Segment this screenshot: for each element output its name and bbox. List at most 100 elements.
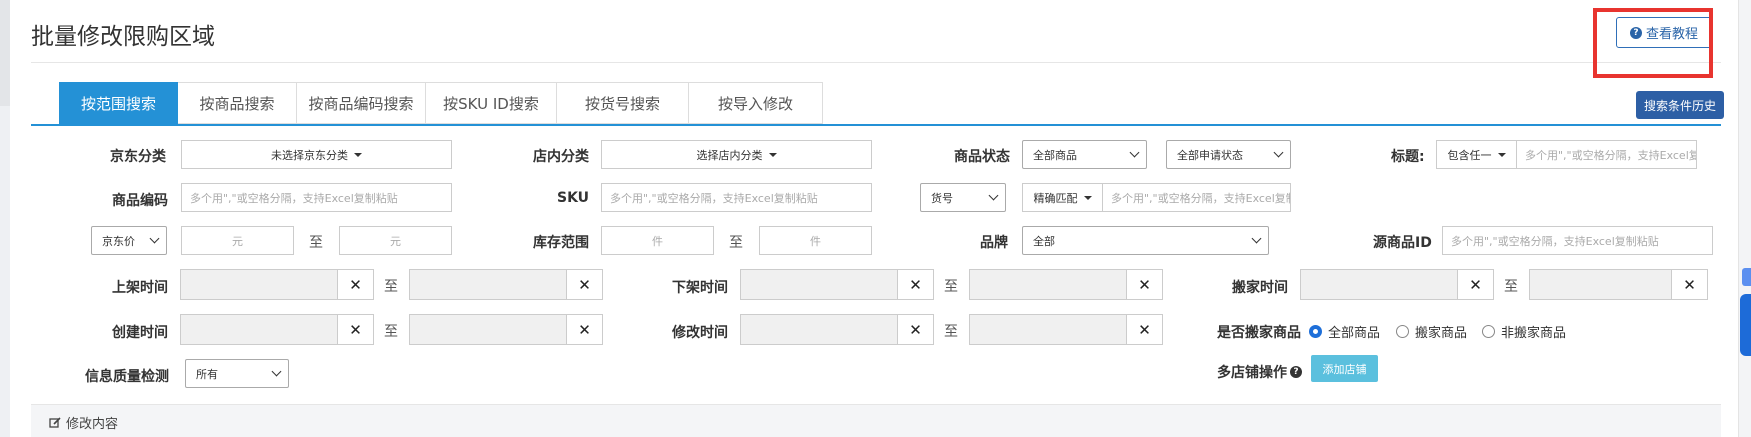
sku-label: SKU xyxy=(557,190,590,206)
side-widget-tab[interactable] xyxy=(1742,268,1751,286)
listed-start-date[interactable] xyxy=(180,269,338,300)
clear-icon[interactable]: ✕ xyxy=(566,269,603,300)
tab-sku-search[interactable]: 按SKU ID搜索 xyxy=(426,82,557,124)
price-type-select[interactable]: 京东价 xyxy=(91,226,167,255)
page-title: 批量修改限购区域 xyxy=(31,24,215,50)
product-status-select[interactable]: 全部商品 xyxy=(1022,140,1147,169)
modify-content-section xyxy=(31,404,1721,437)
side-widget-button[interactable] xyxy=(1740,294,1751,356)
modified-start-date[interactable] xyxy=(740,314,898,345)
shop-category-value: 选择店内分类 xyxy=(696,148,763,162)
add-shop-button[interactable]: 添加店铺 xyxy=(1311,355,1378,382)
source-id-input[interactable]: 多个用","或空格分隔，支持Excel复制粘贴 xyxy=(1442,226,1713,255)
title-label: 标题: xyxy=(1391,149,1425,165)
title-match-value: 包含任一 xyxy=(1447,148,1492,162)
search-history-button[interactable]: 搜索条件历史 xyxy=(1636,91,1724,119)
stock-min-input[interactable]: 件 xyxy=(601,226,714,255)
clear-icon[interactable]: ✕ xyxy=(1457,269,1494,300)
highlight-box xyxy=(1593,8,1713,78)
quality-check-label: 信息质量检测 xyxy=(85,369,169,385)
price-max-input[interactable]: 元 xyxy=(339,226,452,255)
delisted-end-date[interactable] xyxy=(969,269,1127,300)
created-start-date[interactable] xyxy=(180,314,338,345)
chevron-down-icon xyxy=(1129,147,1140,158)
tab-product-search[interactable]: 按商品搜索 xyxy=(178,82,297,124)
stock-max-input[interactable]: 件 xyxy=(759,226,872,255)
clear-icon[interactable]: ✕ xyxy=(1126,269,1163,300)
price-min-input[interactable]: 元 xyxy=(181,226,294,255)
apply-status-value: 全部申请状态 xyxy=(1177,148,1243,162)
tab-import-modify[interactable]: 按导入修改 xyxy=(689,82,823,124)
edit-icon xyxy=(49,417,61,428)
right-scrollbar-strip[interactable] xyxy=(1738,0,1751,437)
listed-end-date[interactable] xyxy=(409,269,567,300)
item-no-match-dropdown[interactable]: 精确匹配 xyxy=(1022,183,1103,212)
left-edge-strip xyxy=(0,0,10,437)
radio-label: 非搬家商品 xyxy=(1501,326,1567,341)
clear-icon[interactable]: ✕ xyxy=(566,314,603,345)
sku-input[interactable]: 多个用","或空格分隔，支持Excel复制粘贴 xyxy=(601,183,872,212)
chevron-down-icon xyxy=(271,366,282,377)
caret-down-icon xyxy=(1497,152,1506,157)
shop-category-label: 店内分类 xyxy=(533,149,589,165)
listed-time-label: 上架时间 xyxy=(112,280,168,296)
move-end-date[interactable] xyxy=(1529,269,1672,300)
item-no-input[interactable]: 多个用","或空格分隔，支持Excel复制粘贴 xyxy=(1102,183,1291,212)
chevron-down-icon xyxy=(988,190,999,201)
question-icon: ? xyxy=(1290,366,1302,378)
delisted-time-label: 下架时间 xyxy=(672,280,728,296)
clear-icon[interactable]: ✕ xyxy=(897,314,934,345)
range-separator: 至 xyxy=(729,235,743,251)
item-no-select[interactable]: 货号 xyxy=(920,183,1006,212)
clear-icon[interactable]: ✕ xyxy=(337,269,374,300)
source-id-label: 源商品ID xyxy=(1373,235,1432,251)
range-separator: 至 xyxy=(384,279,398,295)
range-separator: 至 xyxy=(944,324,958,340)
created-end-date[interactable] xyxy=(409,314,567,345)
clear-icon[interactable]: ✕ xyxy=(337,314,374,345)
brand-select[interactable]: 全部 xyxy=(1022,226,1269,255)
move-start-date[interactable] xyxy=(1300,269,1458,300)
clear-icon[interactable]: ✕ xyxy=(897,269,934,300)
delisted-start-date[interactable] xyxy=(740,269,898,300)
apply-status-select[interactable]: 全部申请状态 xyxy=(1166,140,1291,169)
modified-time-label: 修改时间 xyxy=(672,325,728,341)
multi-shop-label: 多店铺操作? xyxy=(1217,362,1302,382)
title-input[interactable]: 多个用","或空格分隔，支持Excel复制粘贴 xyxy=(1516,140,1697,169)
shop-category-dropdown[interactable]: 选择店内分类 xyxy=(601,140,872,169)
caret-down-icon xyxy=(354,152,362,157)
clear-icon[interactable]: ✕ xyxy=(1671,269,1708,300)
modified-end-date[interactable] xyxy=(969,314,1127,345)
radio-not-moved-products[interactable]: 非搬家商品 xyxy=(1482,322,1566,341)
quality-check-select[interactable]: 所有 xyxy=(185,359,289,388)
radio-all-products[interactable]: 全部商品 xyxy=(1309,322,1380,341)
jd-category-value: 未选择京东分类 xyxy=(271,148,348,162)
radio-label: 搬家商品 xyxy=(1415,326,1468,341)
tab-range-search[interactable]: 按范围搜索 xyxy=(59,82,178,124)
jd-category-dropdown[interactable]: 未选择京东分类 xyxy=(181,140,452,169)
range-separator: 至 xyxy=(1504,279,1518,295)
modify-content-header[interactable]: 修改内容 xyxy=(49,413,118,432)
title-match-dropdown[interactable]: 包含任一 xyxy=(1436,140,1517,169)
radio-unchecked-icon xyxy=(1482,325,1495,338)
quality-check-value: 所有 xyxy=(196,367,218,381)
search-tabs: 按范围搜索 按商品搜索 按商品编码搜索 按SKU ID搜索 按货号搜索 按导入修… xyxy=(59,82,823,124)
price-type-value: 京东价 xyxy=(102,234,135,248)
tab-itemno-search[interactable]: 按货号搜索 xyxy=(557,82,689,124)
item-no-value: 货号 xyxy=(931,191,953,205)
range-separator: 至 xyxy=(384,324,398,340)
radio-moved-products[interactable]: 搬家商品 xyxy=(1396,322,1467,341)
is-moved-label: 是否搬家商品 xyxy=(1217,325,1301,341)
stock-range-label: 库存范围 xyxy=(533,235,589,251)
brand-label: 品牌 xyxy=(980,235,1008,251)
radio-checked-icon xyxy=(1309,325,1322,338)
created-time-label: 创建时间 xyxy=(112,325,168,341)
tab-code-search[interactable]: 按商品编码搜索 xyxy=(297,82,426,124)
chevron-down-icon xyxy=(1251,233,1262,244)
product-code-input[interactable]: 多个用","或空格分隔，支持Excel复制粘贴 xyxy=(181,183,452,212)
clear-icon[interactable]: ✕ xyxy=(1126,314,1163,345)
radio-label: 全部商品 xyxy=(1328,326,1381,341)
caret-down-icon xyxy=(768,152,777,157)
move-time-label: 搬家时间 xyxy=(1232,280,1288,296)
title-divider xyxy=(31,62,1721,63)
